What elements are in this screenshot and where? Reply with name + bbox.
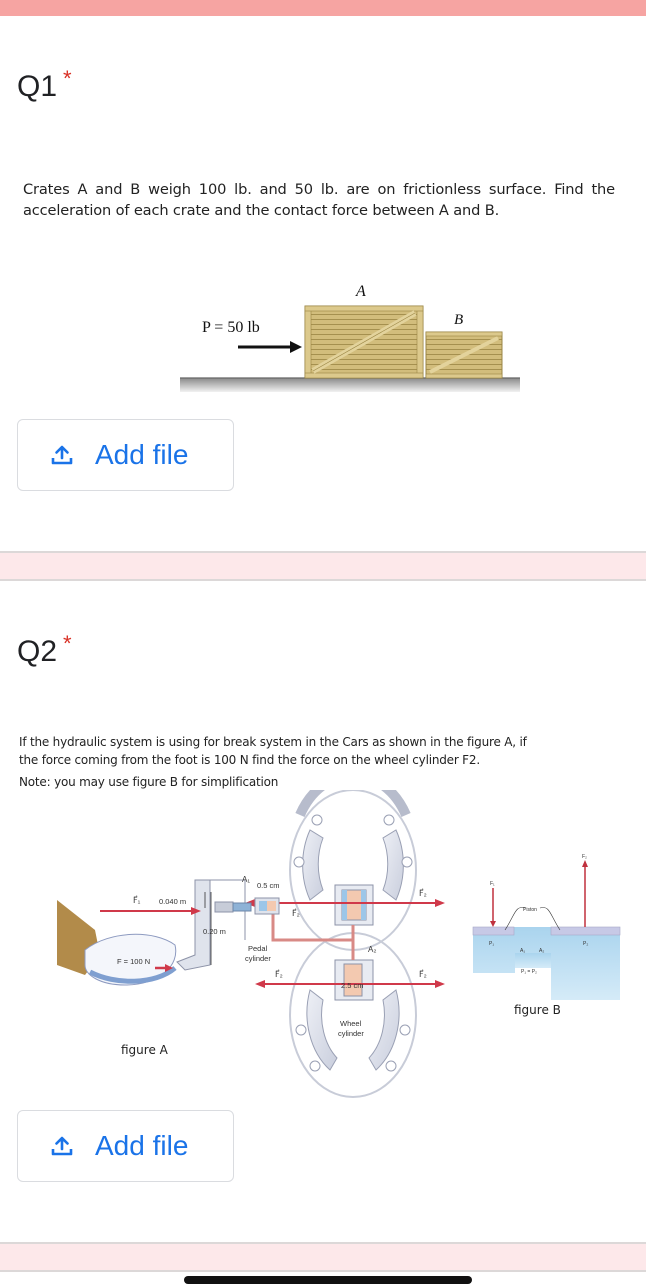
add-file-label: Add file bbox=[95, 439, 189, 470]
upload-icon bbox=[48, 1132, 76, 1160]
fig-b-a2-label: A₂ bbox=[539, 948, 544, 954]
wheel-cylinder-label-1: Wheel bbox=[340, 1019, 362, 1028]
f2-label-lower-left: F⃗₂ bbox=[275, 969, 283, 979]
fig-b-p2-label: P₂ bbox=[583, 941, 588, 947]
f1-label: F⃗₁ bbox=[133, 895, 141, 905]
crate-a bbox=[304, 305, 424, 379]
figure-b-caption: figure B bbox=[514, 1003, 561, 1017]
question-1-number: Q1 bbox=[17, 70, 58, 103]
f2-label-lower-right: F⃗₂ bbox=[419, 969, 427, 979]
figure-b-hydraulic-press: F₁ F₂ Piston P₁ P₂ A₁ A₂ P₁ = P₂ bbox=[472, 854, 621, 1000]
force-label: P = 50 lb bbox=[202, 319, 260, 336]
fig-b-pressure-equality: P₁ = P₂ bbox=[521, 969, 537, 975]
required-asterisk: * bbox=[63, 631, 72, 656]
figure-a-brake-system: F⃗₁ 0.040 m 0.20 m F = 100 N A₁ 0.5 cm P… bbox=[57, 790, 445, 1098]
floor bbox=[180, 378, 520, 392]
add-file-label: Add file bbox=[95, 1130, 189, 1161]
required-asterisk: * bbox=[63, 66, 72, 91]
section-divider bbox=[0, 1242, 646, 1272]
question-2-text: If the hydraulic system is using for bre… bbox=[19, 735, 527, 767]
upload-icon bbox=[48, 441, 76, 469]
section-divider bbox=[0, 551, 646, 581]
wheel-cylinder-label-2: cylinder bbox=[338, 1029, 364, 1038]
foot-force-label: F = 100 N bbox=[117, 957, 150, 966]
figure-a-caption: figure A bbox=[121, 1043, 168, 1057]
force-arrow bbox=[238, 341, 302, 353]
home-indicator[interactable] bbox=[184, 1276, 472, 1284]
q1-add-file-button[interactable]: Add file bbox=[17, 419, 234, 491]
crate-b bbox=[425, 331, 503, 379]
lever-long-dim: 0.20 m bbox=[203, 927, 226, 936]
fig-b-f2-label: F₂ bbox=[582, 854, 587, 860]
lever-short-dim: 0.040 m bbox=[159, 897, 186, 906]
question-2-title: Q2 * bbox=[17, 631, 72, 669]
pedal-cylinder-label-2: cylinder bbox=[245, 954, 271, 963]
pedal-diameter-label: 0.5 cm bbox=[257, 881, 280, 890]
foot-shoe bbox=[57, 900, 177, 986]
q2-add-file-button[interactable]: Add file bbox=[17, 1110, 234, 1182]
fig-b-f1-label: F₁ bbox=[490, 881, 495, 887]
a1-label: A₁ bbox=[242, 875, 250, 884]
upper-wheel-cylinder bbox=[334, 884, 374, 926]
question-1-title: Q1 * bbox=[17, 66, 72, 104]
pedal-cylinder-label-1: Pedal bbox=[248, 944, 268, 953]
a2-label: A₂ bbox=[368, 945, 376, 954]
wheel-diameter-label: 2.5 cm bbox=[341, 981, 364, 990]
crate-a-label: A bbox=[355, 283, 366, 300]
lower-wheel-cylinder bbox=[334, 959, 374, 1001]
question-2-number: Q2 bbox=[17, 635, 58, 668]
crate-b-label: B bbox=[454, 312, 463, 328]
fig-b-p1-label: P₁ bbox=[489, 941, 494, 947]
f2-label-upper-right: F⃗₂ bbox=[419, 888, 427, 898]
question-1-text: Crates A and B weigh 100 lb. and 50 lb. … bbox=[23, 181, 615, 219]
fig-b-a1-label: A₁ bbox=[520, 948, 525, 954]
question-2-note: Note: you may use figure B for simplific… bbox=[19, 775, 279, 789]
f2-label-upper-left: F⃗₂ bbox=[292, 908, 300, 918]
fig-b-piston-label: Piston bbox=[523, 907, 537, 913]
form-header-accent-bar bbox=[0, 0, 646, 16]
crates-figure: P = 50 lb A B bbox=[180, 283, 520, 392]
